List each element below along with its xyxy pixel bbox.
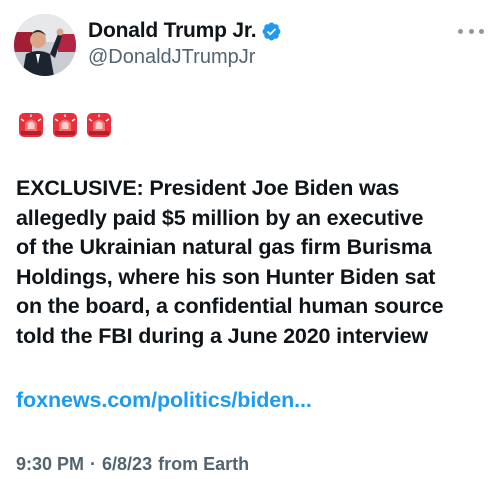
tweet-text-line: told the FBI during a June 2020 intervie…	[16, 323, 428, 348]
police-car-light-icon	[87, 113, 111, 137]
tweet-text: EXCLUSIVE: President Joe Biden was alleg…	[16, 174, 488, 351]
tweet-text-line: of the Ukrainian natural gas firm Burism…	[16, 235, 432, 259]
avatar[interactable]	[14, 14, 76, 76]
more-options-button[interactable]	[458, 22, 484, 40]
tweet-source: from Earth	[158, 454, 250, 474]
more-dot-icon	[468, 28, 474, 34]
tweet-text-line: Holdings, where his son Hunter Biden sat	[16, 264, 436, 289]
tweet-text-line: allegedly paid $5 million by an executiv…	[16, 205, 424, 230]
tweet-text-line: on the board, a confidential human sourc…	[16, 294, 444, 318]
meta-separator: ·	[90, 454, 97, 474]
more-dot-icon	[458, 28, 463, 34]
tweet-time[interactable]: 9:30 PM	[16, 454, 84, 475]
tweet-text-line: EXCLUSIVE: President Joe Biden was	[16, 176, 400, 200]
author-handle[interactable]: @DonaldJTrumpJr	[88, 46, 282, 69]
police-car-light-icon	[19, 113, 43, 137]
emoji-row	[18, 112, 112, 138]
avatar-photo-icon	[14, 14, 76, 76]
more-dot-icon	[479, 28, 484, 34]
article-link[interactable]: foxnews.com/politics/biden...	[16, 388, 312, 413]
verified-badge-icon[interactable]	[261, 21, 282, 42]
tweet-date[interactable]: 6/8/23	[102, 454, 152, 475]
tweet-meta: 9:30 PM · 6/8/23 from Earth	[16, 454, 249, 475]
police-car-light-icon	[53, 113, 77, 137]
tweet-card: Donald Trump Jr. @DonaldJTrumpJr EXCLUSI…	[0, 0, 500, 479]
display-name[interactable]: Donald Trump Jr.	[88, 19, 257, 43]
display-name-row: Donald Trump Jr.	[88, 18, 282, 44]
author-names: Donald Trump Jr. @DonaldJTrumpJr	[88, 18, 282, 69]
tweet-header: Donald Trump Jr. @DonaldJTrumpJr	[14, 14, 486, 76]
